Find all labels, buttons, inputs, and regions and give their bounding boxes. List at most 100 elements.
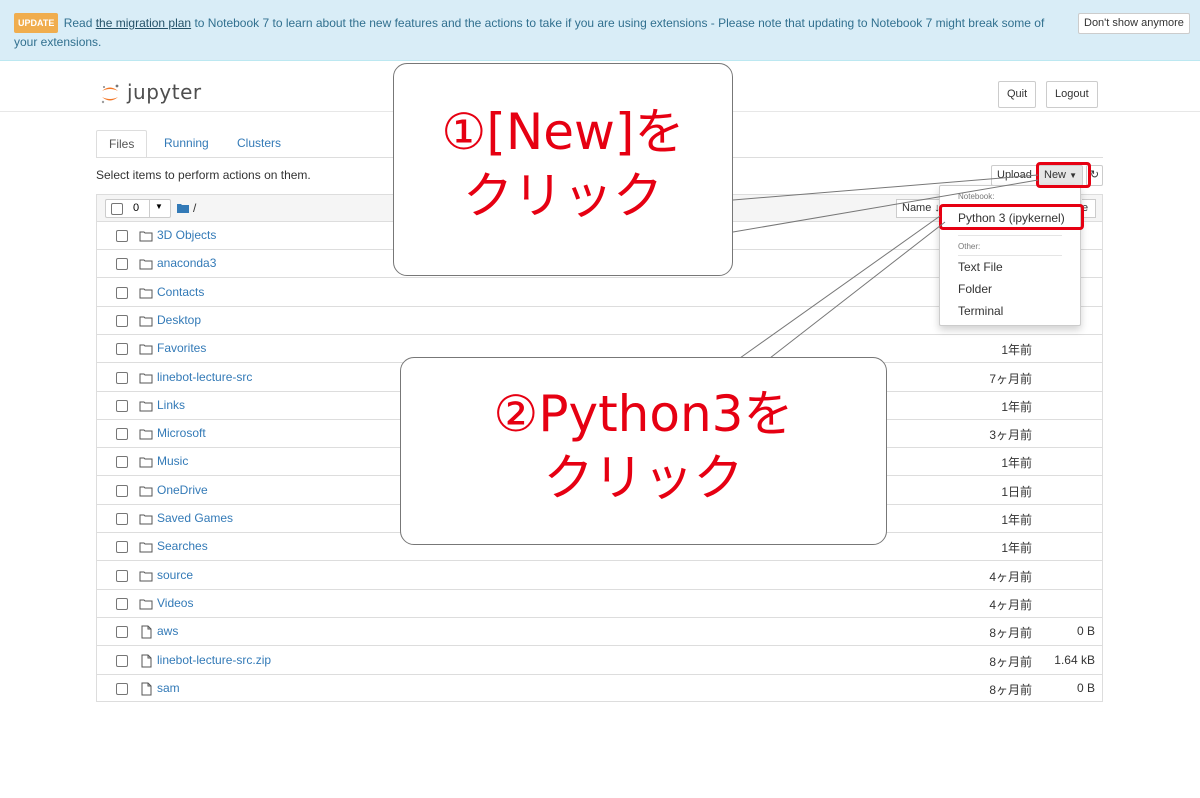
folder-icon [177,204,189,213]
file-size: 1.64 kB [1054,652,1095,667]
folder-outline-icon [139,344,153,355]
select-caret-icon[interactable]: ▼ [155,202,163,211]
file-name-link[interactable]: Searches [157,539,208,553]
logout-button[interactable]: Logout [1046,81,1098,108]
python3-highlight [939,204,1084,230]
migration-plan-link[interactable]: the migration plan [96,16,191,30]
file-row[interactable]: Videos 4ヶ月前 [97,590,1102,618]
row-checkbox[interactable] [116,258,128,271]
file-name-link[interactable]: linebot-lecture-src.zip [157,653,271,667]
breadcrumb-root[interactable]: / [193,201,196,215]
folder-outline-icon [139,231,153,242]
callout-step2-line2: クリック [543,449,744,507]
callout-step1: ①[New]を クリック [393,63,733,276]
file-modified: 3ヶ月前 [989,428,1032,443]
row-checkbox[interactable] [116,314,128,327]
row-checkbox[interactable] [116,286,128,299]
folder-outline-icon [139,259,153,270]
sort-by-name-button[interactable]: Name ↓ [896,199,944,218]
row-checkbox[interactable] [116,456,128,469]
file-name-link[interactable]: Contacts [157,285,204,299]
sort-by-size-button[interactable]: e [1082,199,1096,218]
file-name-link[interactable]: linebot-lecture-src [157,370,252,384]
row-checkbox[interactable] [116,230,128,242]
tab-files[interactable]: Files [96,130,148,158]
row-checkbox[interactable] [116,654,128,667]
file-name-link[interactable]: Videos [157,596,193,610]
select-all-group[interactable]: 0 ▼ [105,199,171,218]
file-outline-icon [141,682,152,696]
folder-outline-icon [139,542,153,553]
select-all-checkbox[interactable] [111,203,123,215]
folder-outline-icon [139,401,153,412]
file-modified: 4ヶ月前 [989,569,1032,584]
jupyter-logo-text: jupyter [127,80,202,104]
file-row[interactable]: source 4ヶ月前 [97,562,1102,590]
file-modified: 1日前 [1001,484,1032,499]
menu-divider [958,235,1062,236]
quit-button[interactable]: Quit [998,81,1037,108]
banner-text-before: Read [63,16,96,30]
file-row[interactable]: linebot-lecture-src.zip 8ヶ月前 1.64 kB [97,647,1102,675]
jupyter-logo[interactable]: jupyter [100,80,202,108]
row-checkbox[interactable] [116,597,128,610]
banner-message: UPDATE Read the migration plan to Notebo… [14,13,1064,51]
folder-outline-icon [139,599,153,610]
select-divider [149,200,150,217]
folder-outline-icon [139,571,153,582]
file-modified: 1年前 [1001,541,1032,556]
new-button-highlight [1036,162,1091,188]
row-checkbox[interactable] [116,371,128,384]
row-checkbox[interactable] [116,682,128,695]
row-checkbox[interactable] [116,399,128,412]
file-modified: 4ヶ月前 [989,597,1032,612]
file-name-link[interactable]: Links [157,398,185,412]
tab-running[interactable]: Running [152,130,221,158]
jupyter-logo-icon [101,84,119,104]
file-modified: 1年前 [1001,456,1032,471]
menu-item-text-file[interactable]: Text File [958,260,1003,274]
row-checkbox[interactable] [116,626,128,639]
file-modified: 1年前 [1001,513,1032,527]
selected-count: 0 [133,202,140,214]
file-size: 0 B [1076,624,1095,639]
folder-outline-icon [139,457,153,468]
file-name-link[interactable]: aws [157,624,178,638]
file-name-link[interactable]: Favorites [157,341,206,355]
callout-step1-line2: クリック [463,167,663,225]
row-checkbox[interactable] [116,513,128,525]
file-row[interactable]: aws 8ヶ月前 0 B [97,618,1102,647]
sort-name-label: Name [902,202,932,214]
row-checkbox[interactable] [116,569,128,582]
file-outline-icon [141,654,152,667]
file-name-link[interactable]: sam [157,681,180,695]
file-name-link[interactable]: 3D Objects [157,228,216,242]
dont-show-anymore-button[interactable]: Don't show anymore [1078,13,1190,34]
file-name-link[interactable]: Music [157,454,188,468]
menu-item-terminal[interactable]: Terminal [958,304,1003,318]
row-checkbox[interactable] [116,484,128,497]
notebook-section-header: Notebook: [958,192,995,201]
file-row[interactable]: sam 8ヶ月前 0 B [97,675,1102,703]
callout-step2-line1: ②Python3を [493,385,794,443]
upload-button[interactable]: Upload [991,165,1038,186]
row-checkbox[interactable] [116,343,128,356]
row-checkbox[interactable] [116,541,128,554]
folder-outline-icon [139,429,153,440]
menu-item-folder[interactable]: Folder [958,282,992,296]
file-name-link[interactable]: anaconda3 [157,256,216,270]
file-modified: 1年前 [1001,343,1032,358]
file-modified: 7ヶ月前 [989,371,1032,386]
file-outline-icon [141,625,152,639]
file-name-link[interactable]: Desktop [157,313,201,327]
selection-hint: Select items to perform actions on them. [96,168,311,182]
file-name-link[interactable]: source [157,568,193,582]
callout-step2: ②Python3を クリック [400,357,887,545]
tab-clusters[interactable]: Clusters [225,130,293,158]
file-name-link[interactable]: OneDrive [157,483,208,497]
file-name-link[interactable]: Saved Games [157,511,233,525]
file-name-link[interactable]: Microsoft [157,426,206,440]
row-checkbox[interactable] [116,428,128,441]
folder-outline-icon [139,316,153,327]
file-size: 0 B [1076,680,1095,695]
